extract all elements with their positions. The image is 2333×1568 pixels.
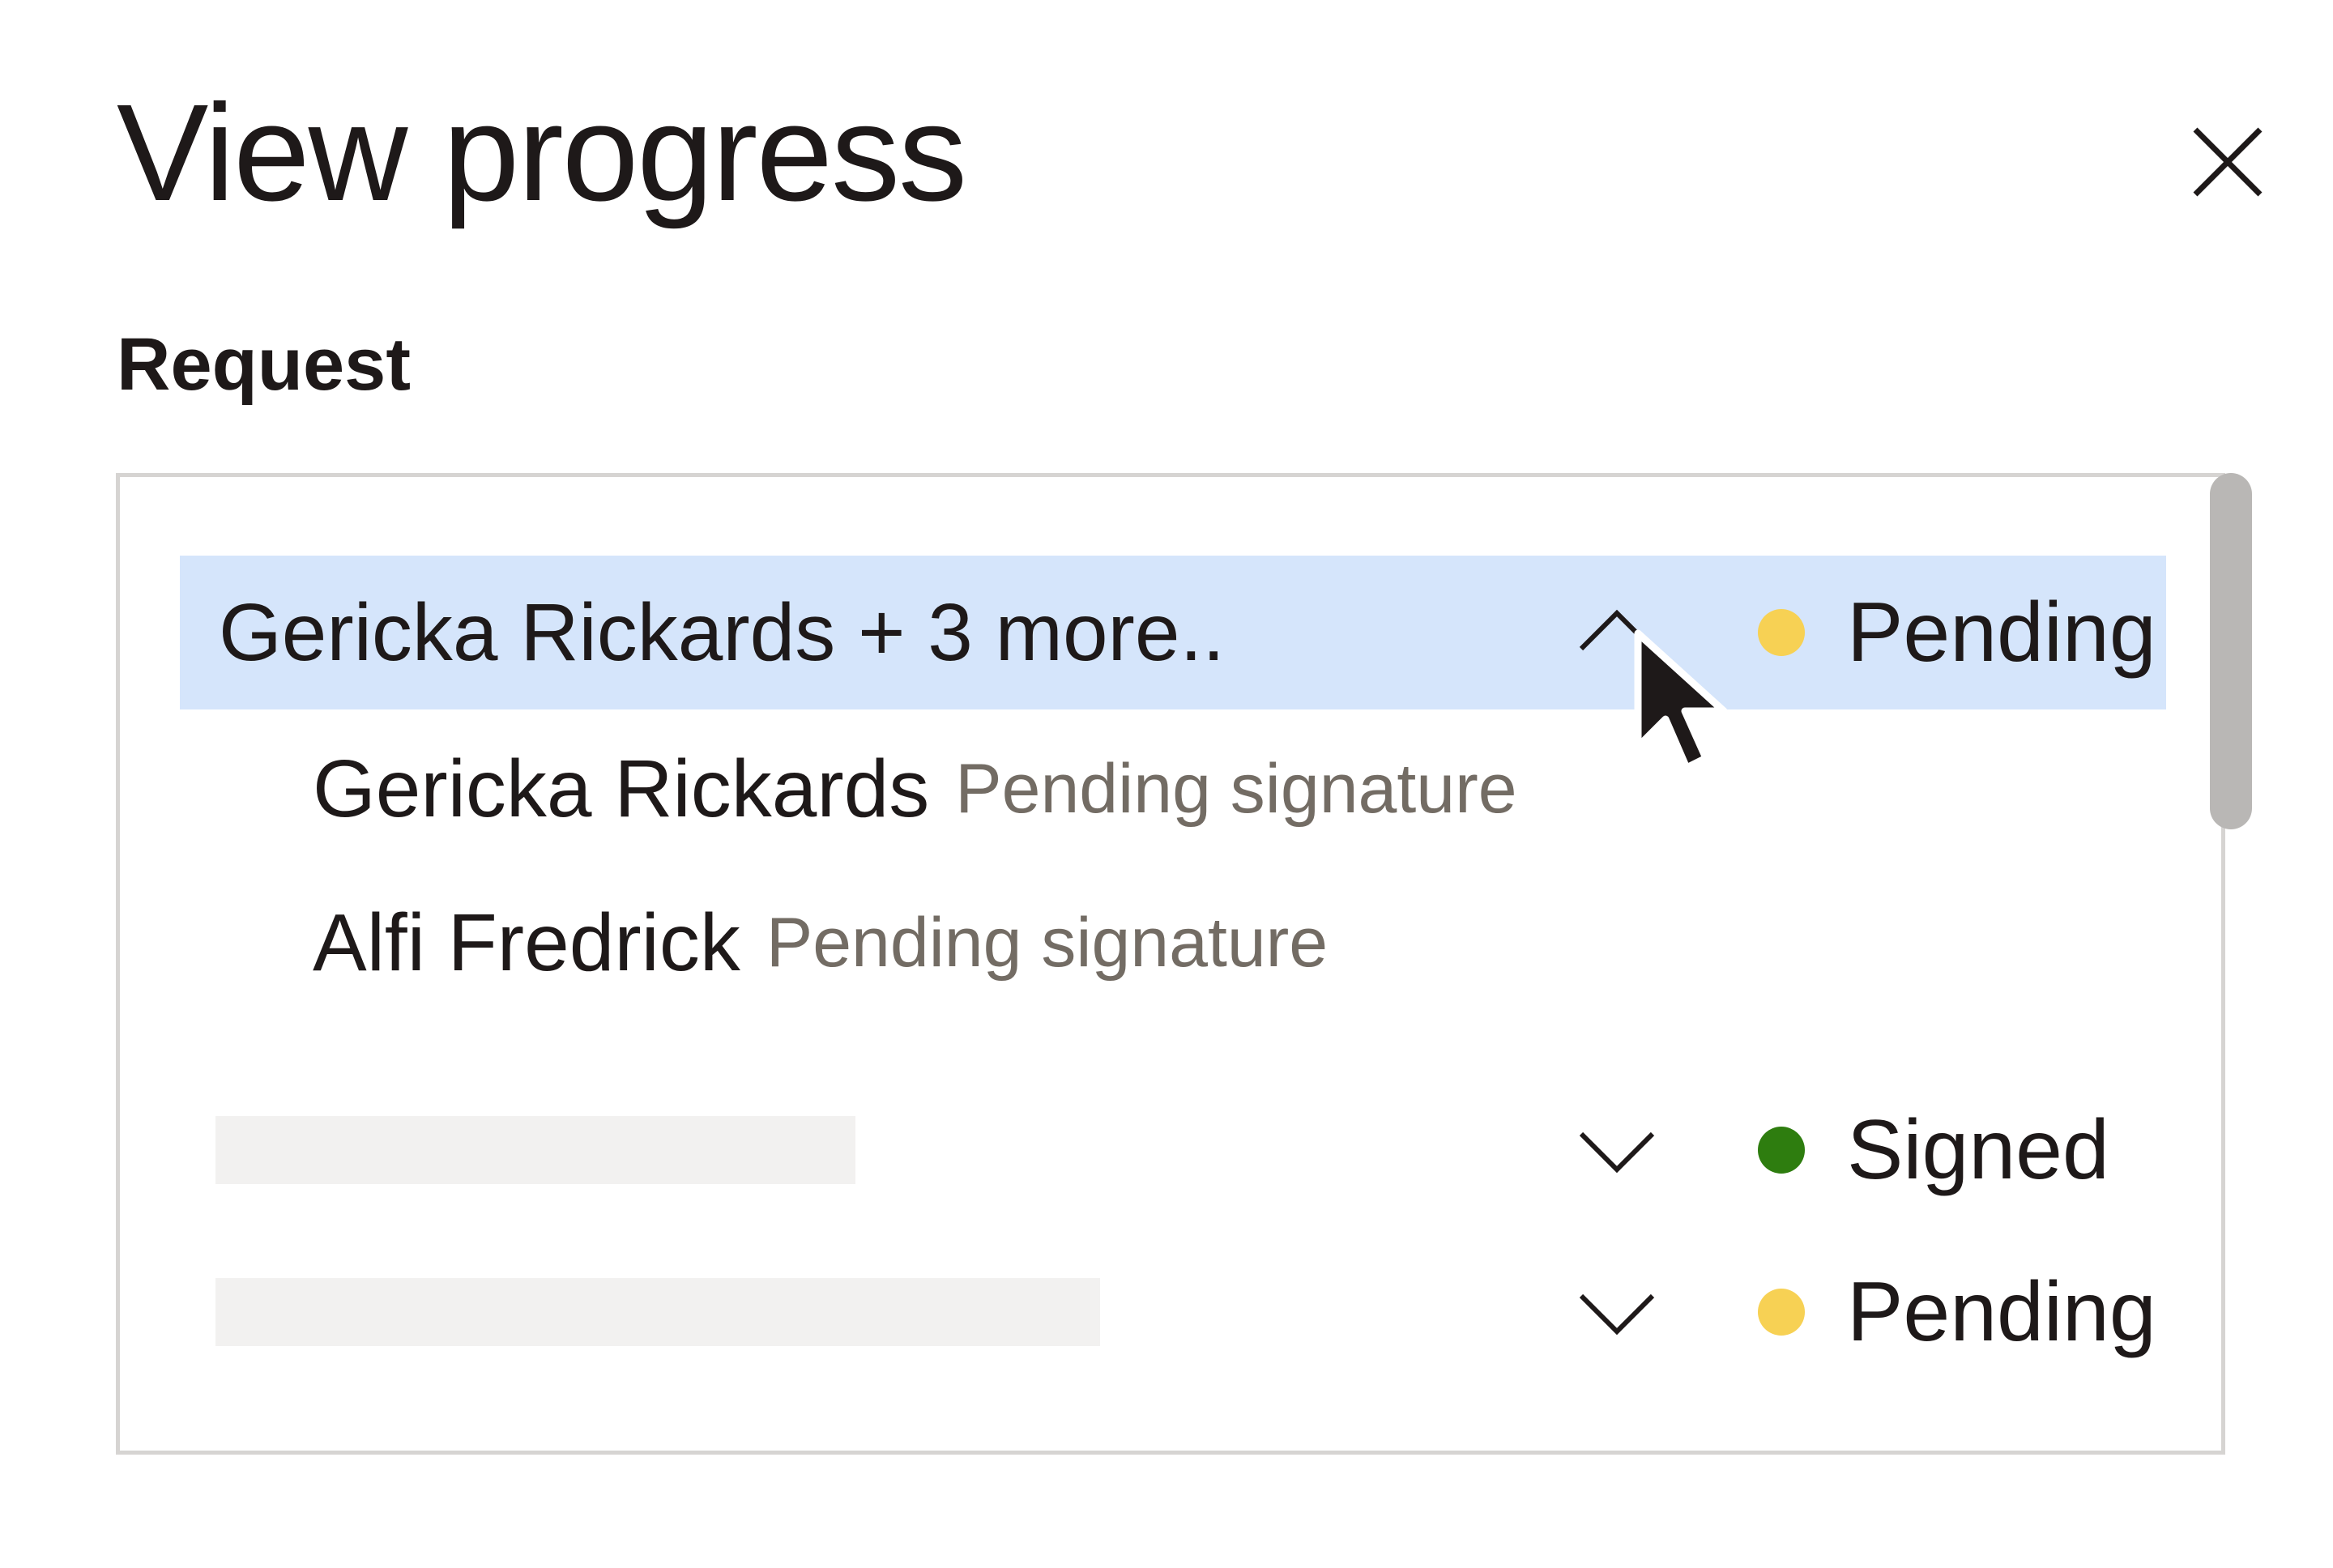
chevron-down-icon bbox=[1579, 1293, 1655, 1336]
signer-row: Gericka Rickards Pending signature bbox=[313, 740, 1517, 837]
status-dot-pending bbox=[1758, 609, 1805, 656]
request-row-3[interactable]: Pending bbox=[180, 1235, 2166, 1389]
signer-name: Gericka Rickards bbox=[313, 744, 930, 834]
expand-button[interactable] bbox=[1575, 1108, 1659, 1192]
request-row-2[interactable]: Signed bbox=[180, 1073, 2166, 1227]
close-button[interactable] bbox=[2171, 105, 2284, 219]
dialog-title: View progress bbox=[117, 76, 967, 230]
request-row-1[interactable]: Gericka Rickards + 3 more.. Pending bbox=[180, 556, 2166, 709]
status-badge: Pending bbox=[1758, 590, 2156, 675]
status-badge: Pending bbox=[1758, 1270, 2156, 1354]
signer-status: Pending signature bbox=[955, 750, 1517, 828]
mouse-pointer-icon bbox=[1628, 625, 1734, 787]
scrollbar[interactable] bbox=[2210, 473, 2252, 829]
view-progress-dialog: View progress Request Gericka Rickards +… bbox=[0, 0, 2333, 1568]
status-badge: Signed bbox=[1758, 1108, 2109, 1192]
signer-row: Alfi Fredrick Pending signature bbox=[313, 894, 1328, 991]
close-icon bbox=[2193, 127, 2263, 197]
signer-name: Alfi Fredrick bbox=[313, 897, 740, 988]
request-row-title: Gericka Rickards + 3 more.. bbox=[219, 587, 1226, 678]
status-dot-signed bbox=[1758, 1127, 1805, 1174]
status-dot-pending bbox=[1758, 1289, 1805, 1336]
status-label: Signed bbox=[1847, 1103, 2109, 1197]
status-label: Pending bbox=[1847, 1265, 2156, 1359]
chevron-down-icon bbox=[1579, 1131, 1655, 1174]
expand-button[interactable] bbox=[1575, 1270, 1659, 1354]
status-label: Pending bbox=[1847, 586, 2156, 680]
signer-status: Pending signature bbox=[766, 904, 1329, 982]
section-label-request: Request bbox=[117, 323, 411, 406]
